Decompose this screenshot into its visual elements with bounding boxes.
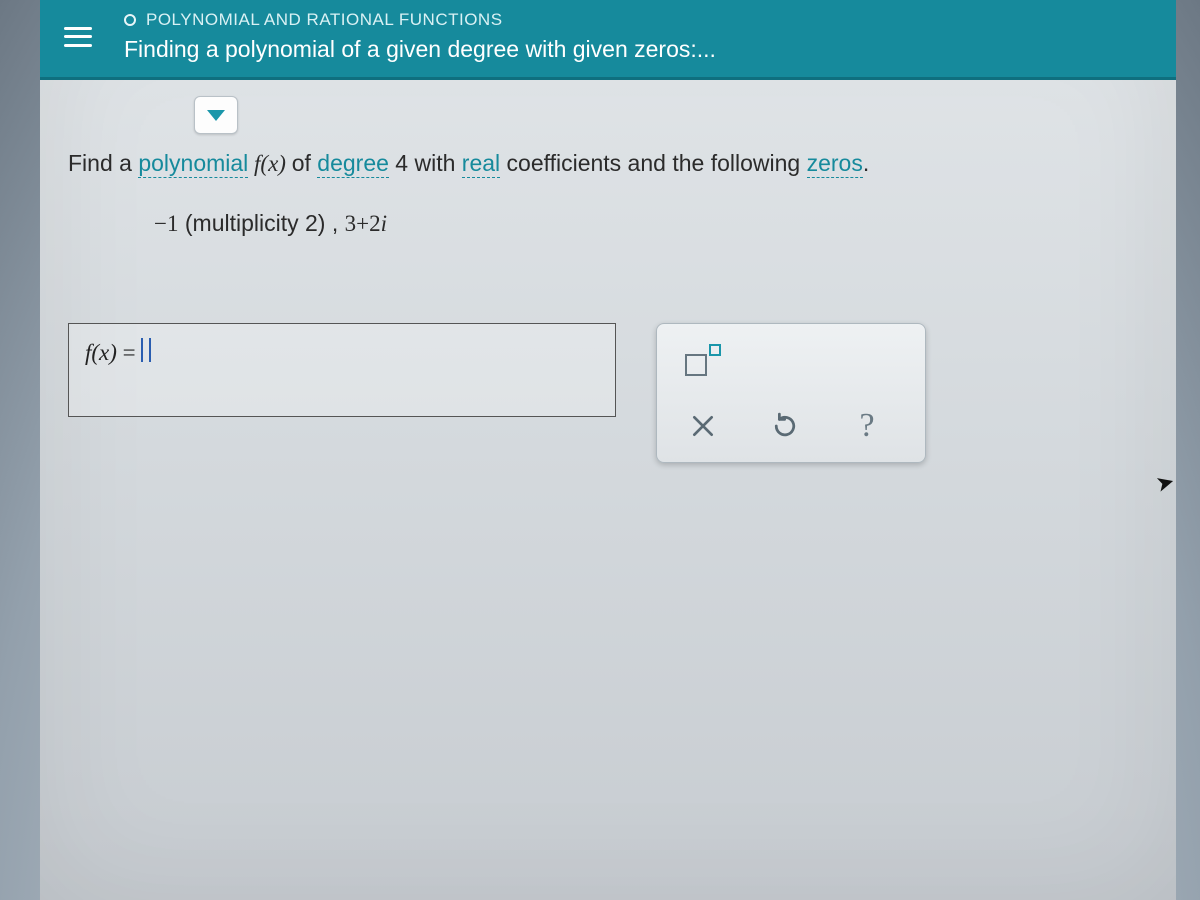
mouse-cursor-icon: ➤ bbox=[1153, 468, 1178, 498]
redo-icon bbox=[770, 411, 800, 441]
menu-button[interactable] bbox=[52, 11, 104, 63]
expand-button[interactable] bbox=[194, 96, 238, 134]
link-polynomial[interactable]: polynomial bbox=[138, 150, 248, 178]
problem-statement: Find a polynomial f(x) of degree 4 with … bbox=[68, 146, 1148, 182]
category-label: POLYNOMIAL AND RATIONAL FUNCTIONS bbox=[146, 10, 503, 30]
breadcrumb: POLYNOMIAL AND RATIONAL FUNCTIONS bbox=[124, 10, 716, 30]
question-icon: ? bbox=[859, 407, 874, 445]
exponent-icon bbox=[685, 344, 721, 376]
redo-button[interactable] bbox=[761, 404, 809, 448]
link-real[interactable]: real bbox=[462, 150, 500, 178]
input-cursor-icon bbox=[141, 338, 151, 362]
app-header: POLYNOMIAL AND RATIONAL FUNCTIONS Findin… bbox=[40, 0, 1176, 80]
circle-icon bbox=[124, 14, 136, 26]
page-title: Finding a polynomial of a given degree w… bbox=[124, 36, 716, 63]
zeros-list: −1 (multiplicity 2) , 3+2i bbox=[154, 210, 1148, 237]
close-icon bbox=[690, 413, 716, 439]
answer-input[interactable]: f(x) = bbox=[68, 323, 616, 417]
clear-button[interactable] bbox=[679, 404, 727, 448]
link-zeros[interactable]: zeros bbox=[807, 150, 863, 178]
exponent-button[interactable] bbox=[679, 338, 727, 382]
chevron-down-icon bbox=[207, 110, 225, 121]
link-degree[interactable]: degree bbox=[317, 150, 389, 178]
hamburger-icon bbox=[64, 27, 92, 47]
math-toolbox: ? bbox=[656, 323, 926, 463]
help-button[interactable]: ? bbox=[843, 404, 891, 448]
